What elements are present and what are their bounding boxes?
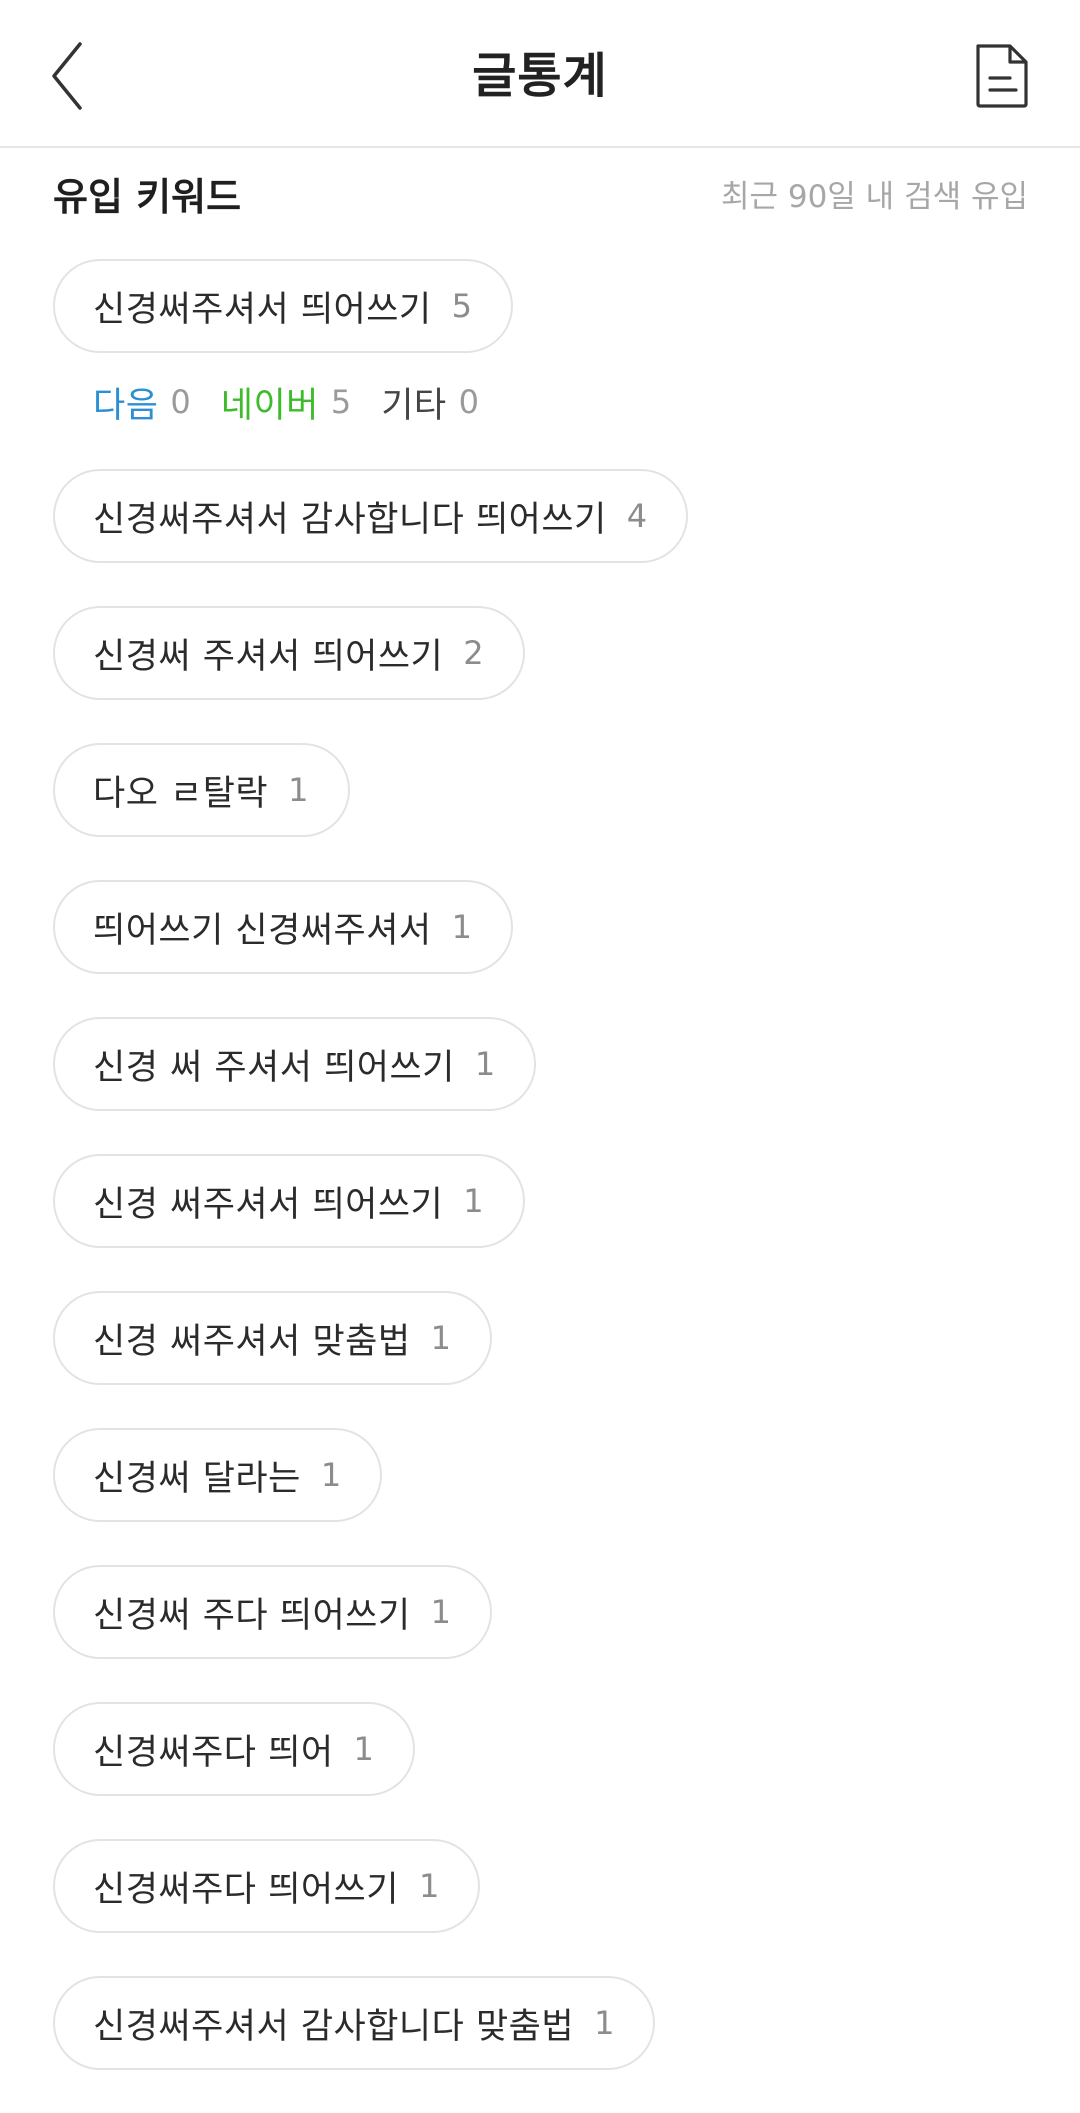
keyword-text: 신경써 주다 띄어쓰기 bbox=[93, 1595, 411, 1636]
source-count: 0 bbox=[170, 383, 191, 421]
keyword-row: 신경써주셔서 감사합니다 맞춤법 1 bbox=[53, 1976, 1033, 2070]
keyword-text: 신경 써주셔서 맞춤법 bbox=[93, 1321, 411, 1362]
keyword-row: 신경 써주셔서 맞춤법 1 bbox=[53, 1291, 1033, 1385]
keyword-chip[interactable]: 신경써 주셔서 띄어쓰기 2 bbox=[53, 606, 525, 700]
source-naver: 네이버 5 bbox=[221, 377, 351, 428]
keyword-chip[interactable]: 신경 써주셔서 맞춤법 1 bbox=[53, 1291, 492, 1385]
keyword-row: 신경써 주셔서 띄어쓰기 2 bbox=[53, 606, 1033, 700]
keyword-row: 신경써 달라는 1 bbox=[53, 1428, 1033, 1522]
keyword-count: 5 bbox=[451, 287, 472, 325]
section-title: 유입 키워드 bbox=[53, 175, 242, 219]
keyword-count: 1 bbox=[430, 1319, 451, 1357]
source-count: 5 bbox=[330, 383, 352, 421]
keyword-text: 신경써 주셔서 띄어쓰기 bbox=[93, 636, 444, 677]
keyword-chip[interactable]: 신경써 주다 띄어쓰기 1 bbox=[53, 1565, 492, 1659]
keyword-count: 1 bbox=[320, 1456, 342, 1494]
keyword-chip[interactable]: 신경 써주셔서 띄어쓰기 1 bbox=[53, 1154, 525, 1248]
keyword-row: 신경 써주셔서 띄어쓰기 1 bbox=[53, 1154, 1033, 1248]
keyword-chip[interactable]: 신경써주다 띄어 1 bbox=[53, 1702, 415, 1796]
keyword-chip[interactable]: 신경써 달라는 1 bbox=[53, 1428, 383, 1522]
keyword-count: 1 bbox=[430, 1593, 451, 1631]
app-header: 글통계 bbox=[0, 0, 1080, 148]
source-name: 네이버 bbox=[220, 385, 319, 426]
keyword-count: 1 bbox=[594, 2004, 615, 2042]
source-etc: 기타 0 bbox=[381, 377, 479, 428]
keyword-text: 신경써주다 띄어 bbox=[93, 1732, 334, 1773]
keyword-text: 신경 써주셔서 띄어쓰기 bbox=[93, 1184, 444, 1225]
keyword-chip[interactable]: 신경써주셔서 감사합니다 띄어쓰기 4 bbox=[53, 469, 689, 563]
keyword-text: 띄어쓰기 신경써주셔서 bbox=[93, 910, 432, 951]
keyword-text: 신경써주셔서 감사합니다 띄어쓰기 bbox=[93, 499, 607, 540]
source-name: 기타 bbox=[381, 385, 447, 426]
section-subtitle: 최근 90일 내 검색 유입 bbox=[720, 179, 1028, 215]
keyword-row: 신경써주다 띄어 1 bbox=[53, 1702, 1033, 1796]
keyword-text: 신경 써 주셔서 띄어쓰기 bbox=[93, 1047, 455, 1088]
keyword-chip[interactable]: 신경써주셔서 감사합니다 맞춤법 1 bbox=[53, 1976, 656, 2070]
keyword-text: 신경써주다 띄어쓰기 bbox=[93, 1869, 399, 1910]
keyword-list: 신경써주셔서 띄어쓰기 5 다음 0 네이버 5 기타 0 신경써주셔서 감사합… bbox=[53, 259, 1033, 2113]
page-title: 글통계 bbox=[472, 48, 608, 104]
keyword-row: 신경 써 주셔서 띄어쓰기 1 bbox=[53, 1017, 1033, 1111]
keyword-row: 띄어쓰기 신경써주셔서 1 bbox=[53, 880, 1033, 974]
keyword-count: 4 bbox=[626, 497, 648, 535]
inflow-keywords-header: 유입 키워드 최근 90일 내 검색 유입 bbox=[53, 165, 1028, 229]
keyword-row: 다오 ㄹ탈락 1 bbox=[53, 743, 1033, 837]
keyword-count: 1 bbox=[288, 771, 309, 809]
keyword-chip[interactable]: 신경 써 주셔서 띄어쓰기 1 bbox=[53, 1017, 537, 1111]
source-daum: 다음 0 bbox=[93, 377, 191, 428]
keyword-count: 2 bbox=[463, 634, 484, 672]
keyword-text: 신경써 달라는 bbox=[93, 1458, 301, 1499]
keyword-text: 신경써주셔서 띄어쓰기 bbox=[93, 289, 432, 330]
keyword-row: 신경써주셔서 감사합니다 띄어쓰기 4 bbox=[53, 469, 1033, 563]
keyword-count: 1 bbox=[353, 1730, 374, 1768]
document-icon bbox=[976, 44, 1028, 108]
keyword-chip[interactable]: 신경써주셔서 띄어쓰기 5 bbox=[53, 259, 513, 353]
keyword-chip[interactable]: 신경써주다 띄어쓰기 1 bbox=[53, 1839, 481, 1933]
document-button[interactable] bbox=[970, 40, 1034, 112]
keyword-count: 1 bbox=[474, 1045, 496, 1083]
source-name: 다음 bbox=[93, 385, 159, 426]
keyword-row: 신경써주셔서 띄어쓰기 5 bbox=[53, 259, 1033, 353]
source-count: 0 bbox=[458, 383, 479, 421]
keyword-chip[interactable]: 다오 ㄹ탈락 1 bbox=[53, 743, 350, 837]
keyword-text: 다오 ㄹ탈락 bbox=[93, 773, 269, 814]
keyword-chip[interactable]: 띄어쓰기 신경써주셔서 1 bbox=[53, 880, 513, 974]
keyword-row: 신경써주다 띄어쓰기 1 bbox=[53, 1839, 1033, 1933]
keyword-count: 1 bbox=[451, 908, 472, 946]
keyword-row: 신경써 주다 띄어쓰기 1 bbox=[53, 1565, 1033, 1659]
keyword-count: 1 bbox=[418, 1867, 440, 1905]
source-breakdown: 다음 0 네이버 5 기타 0 bbox=[53, 367, 1033, 437]
keyword-text: 신경써주셔서 감사합니다 맞춤법 bbox=[93, 2006, 575, 2047]
keyword-count: 1 bbox=[463, 1182, 484, 1220]
